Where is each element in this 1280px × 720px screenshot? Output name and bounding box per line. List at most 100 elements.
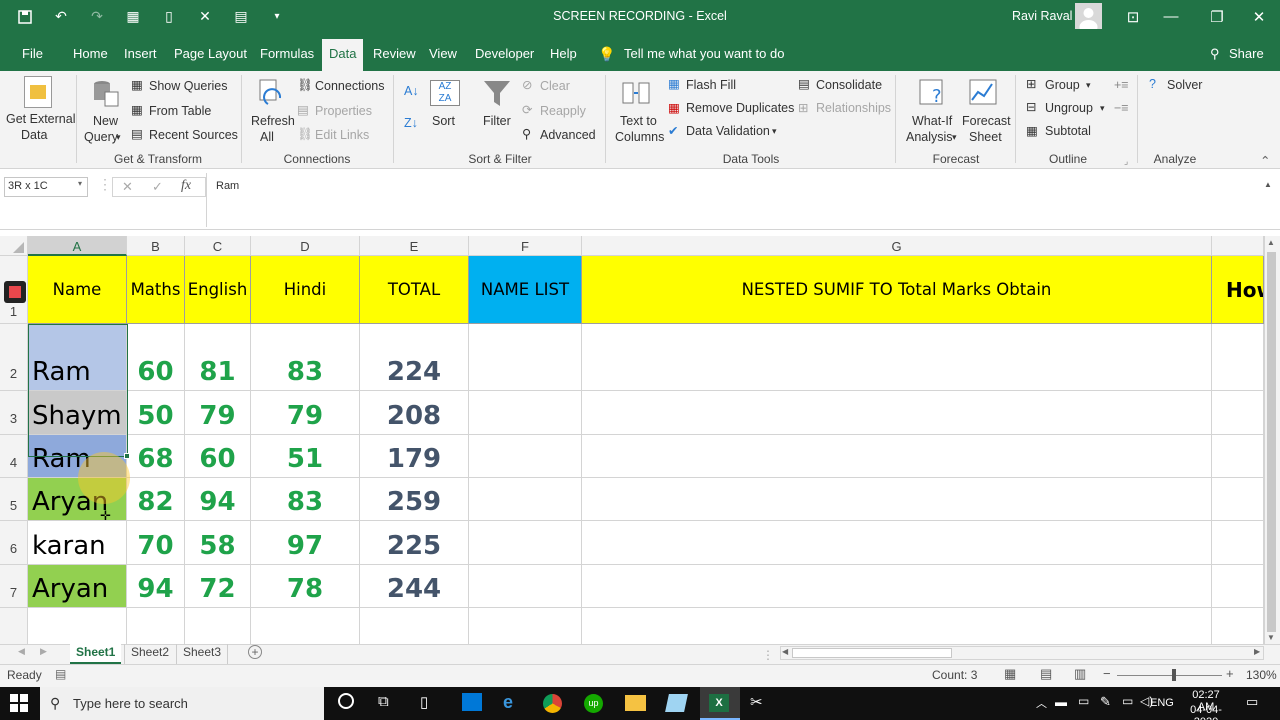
tab-help[interactable]: Help: [550, 33, 577, 71]
tab-file[interactable]: File: [22, 33, 43, 71]
h-scrollbar-thumb[interactable]: [792, 648, 952, 658]
header-hindi[interactable]: Hindi: [251, 256, 360, 324]
upwork-icon[interactable]: up: [584, 694, 603, 713]
sort-icon[interactable]: AZ ZA: [430, 80, 460, 106]
cell-name[interactable]: Ram: [28, 324, 127, 391]
expand-formula-icon[interactable]: ▲: [1264, 180, 1272, 189]
column-header-g[interactable]: G: [582, 236, 1212, 256]
share-button[interactable]: Share: [1229, 33, 1264, 71]
chevron-down-icon[interactable]: ▾: [952, 130, 957, 144]
insert-function-icon[interactable]: fx: [181, 178, 191, 194]
cell-empty[interactable]: [185, 608, 251, 644]
ungroup-icon[interactable]: ⊟: [1026, 100, 1036, 114]
new-query-label-2[interactable]: Query: [84, 130, 118, 144]
flash-fill-icon[interactable]: ▦: [668, 77, 680, 91]
formula-input[interactable]: Ram: [216, 180, 239, 192]
page-layout-view-icon[interactable]: ▤: [1040, 666, 1052, 682]
header-total[interactable]: TOTAL: [360, 256, 469, 324]
cell-total[interactable]: 179: [360, 435, 469, 478]
name-box[interactable]: 3R x 1C: [4, 177, 88, 197]
zoom-slider[interactable]: [1117, 675, 1222, 676]
app-icon[interactable]: ▯: [420, 693, 428, 711]
cell-empty[interactable]: [1212, 435, 1264, 478]
what-if-label-2[interactable]: Analysis: [906, 130, 953, 144]
file-explorer-icon[interactable]: [625, 695, 646, 711]
windows-start-icon[interactable]: [10, 694, 28, 715]
tab-formulas[interactable]: Formulas: [260, 33, 314, 71]
text-to-columns-label-2[interactable]: Columns: [615, 130, 664, 144]
tell-me-search[interactable]: Tell me what you want to do: [624, 33, 784, 71]
ungroup-button[interactable]: Ungroup: [1045, 101, 1093, 115]
chevron-down-icon[interactable]: ▾: [116, 130, 121, 144]
cell-empty[interactable]: [582, 608, 1212, 644]
user-name[interactable]: Ravi Raval: [1012, 9, 1072, 23]
data-validation-button[interactable]: Data Validation: [686, 124, 770, 138]
cell-hindi[interactable]: 78: [251, 565, 360, 608]
cell-empty[interactable]: [582, 521, 1212, 565]
cortana-icon[interactable]: [338, 693, 354, 709]
forecast-sheet-label-2[interactable]: Sheet: [969, 130, 1002, 144]
notifications-icon[interactable]: ▭: [1246, 694, 1258, 710]
cell-empty[interactable]: [1212, 565, 1264, 608]
new-query-icon[interactable]: [90, 78, 120, 108]
row-header-5[interactable]: 5: [0, 478, 28, 521]
cell-empty[interactable]: [127, 608, 185, 644]
row-header-6[interactable]: 6: [0, 521, 28, 565]
share-icon[interactable]: ⚲: [1210, 33, 1220, 71]
get-external-data-label-2[interactable]: Data: [21, 128, 47, 142]
sheet-tab-2[interactable]: Sheet2: [124, 644, 175, 664]
macro-record-icon[interactable]: ▤: [55, 667, 66, 681]
column-header-f[interactable]: F: [469, 236, 582, 256]
column-header-a[interactable]: A: [28, 236, 127, 256]
chevron-down-icon[interactable]: ▾: [1100, 101, 1105, 115]
chevron-down-icon[interactable]: ▾: [1086, 78, 1091, 92]
cell-empty[interactable]: [1212, 478, 1264, 521]
zoom-out-icon[interactable]: −: [1103, 666, 1111, 681]
filter-button[interactable]: Filter: [483, 114, 511, 128]
column-header-b[interactable]: B: [127, 236, 185, 256]
remove-duplicates-button[interactable]: Remove Duplicates: [686, 101, 794, 115]
cell-empty[interactable]: [1212, 521, 1264, 565]
sort-za-icon[interactable]: Z↓: [404, 116, 418, 130]
next-sheet-icon[interactable]: ▶: [40, 646, 47, 657]
connections-button[interactable]: Connections: [315, 79, 385, 93]
chevron-down-icon[interactable]: ▾: [772, 124, 777, 138]
tab-developer[interactable]: Developer: [475, 33, 534, 71]
cell-english[interactable]: 60: [185, 435, 251, 478]
dialog-launcher-icon[interactable]: ⌟: [1124, 154, 1128, 168]
refresh-all-label-2[interactable]: All: [260, 130, 274, 144]
edit-links-button[interactable]: Edit Links: [315, 128, 369, 142]
consolidate-button[interactable]: Consolidate: [816, 78, 882, 92]
people-icon[interactable]: ▬: [1055, 695, 1067, 709]
cell-english[interactable]: 79: [185, 391, 251, 435]
header-maths[interactable]: Maths: [127, 256, 185, 324]
select-all-button[interactable]: [0, 236, 28, 256]
snipping-icon[interactable]: ✂: [750, 693, 763, 711]
scroll-down-icon[interactable]: ▼: [1267, 633, 1275, 642]
advanced-button[interactable]: Advanced: [540, 128, 596, 142]
cell-english[interactable]: 94: [185, 478, 251, 521]
data-validation-icon[interactable]: ✔: [668, 124, 678, 138]
zoom-slider-thumb[interactable]: [1172, 669, 1176, 681]
cell-empty[interactable]: [469, 391, 582, 435]
restore-icon[interactable]: ❐: [1196, 0, 1238, 33]
cell-hindi[interactable]: 83: [251, 324, 360, 391]
chrome-icon[interactable]: [543, 694, 562, 713]
cell-empty[interactable]: [469, 521, 582, 565]
cell-empty[interactable]: [469, 478, 582, 521]
cell-maths[interactable]: 50: [127, 391, 185, 435]
cell-total[interactable]: 259: [360, 478, 469, 521]
tab-insert[interactable]: Insert: [124, 33, 157, 71]
forecast-sheet-icon[interactable]: [968, 78, 1000, 108]
refresh-all-label-1[interactable]: Refresh: [251, 114, 295, 128]
cell-empty[interactable]: [582, 391, 1212, 435]
new-query-label-1[interactable]: New: [93, 114, 118, 128]
solver-icon[interactable]: ?: [1149, 77, 1156, 91]
cell-english[interactable]: 81: [185, 324, 251, 391]
page-break-view-icon[interactable]: ▥: [1074, 666, 1086, 682]
avatar[interactable]: [1075, 3, 1102, 29]
minimize-icon[interactable]: —: [1150, 0, 1192, 33]
edge-icon[interactable]: e: [503, 692, 513, 713]
column-header-h[interactable]: [1212, 236, 1264, 256]
add-sheet-icon[interactable]: +: [248, 645, 262, 659]
